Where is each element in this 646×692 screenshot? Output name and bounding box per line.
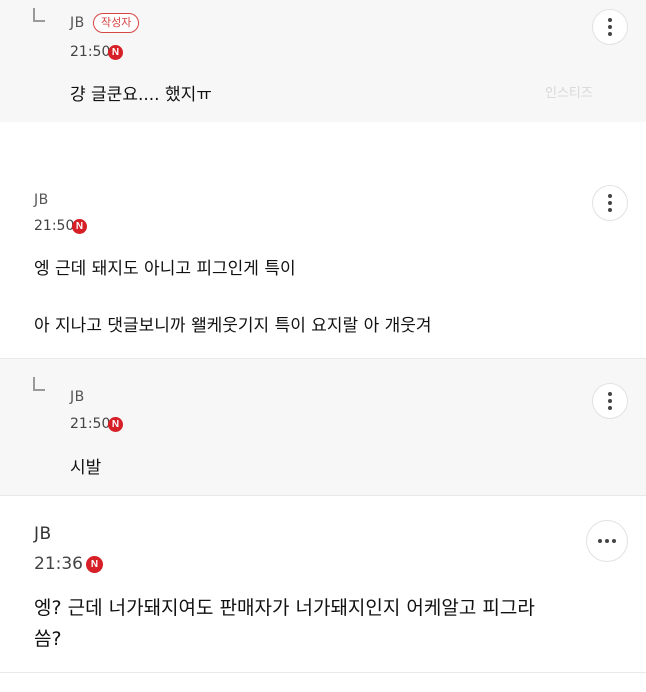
- more-options-button[interactable]: [586, 520, 628, 562]
- author-badge: 작성자: [93, 13, 140, 33]
- new-badge: N: [72, 219, 87, 234]
- comment-time: 21:50: [34, 218, 75, 234]
- comment-text: 아 지나고 댓글보니까 왤케웃기지 특이 요지랄 아 개웃겨: [34, 316, 432, 336]
- watermark: 인스티즈: [545, 86, 593, 101]
- comment-text: 씀?: [34, 628, 62, 650]
- comment-author[interactable]: JB: [70, 389, 85, 405]
- comment-time: 21:36: [34, 554, 83, 574]
- new-badge: N: [108, 417, 123, 432]
- comment-reply-3: JB 21:50 N 시발: [0, 359, 646, 495]
- comment-author[interactable]: JB: [34, 192, 49, 208]
- comment-text: 시발: [70, 458, 102, 478]
- comment-4: JB 21:36 N 엥? 근데 너가돼지여도 판매자가 너가돼지인지 어케알고…: [0, 496, 646, 672]
- comment-reply-1: JB 작성자 21:50 N 걍 글쿤요.... 했지ㅠ 인스티즈: [0, 0, 646, 122]
- more-vertical-icon: [608, 392, 612, 410]
- more-vertical-icon: [608, 18, 612, 36]
- comment-text: 엥 근데 돼지도 아니고 피그인게 특이: [34, 259, 296, 279]
- more-options-button[interactable]: [592, 185, 628, 221]
- more-options-button[interactable]: [592, 383, 628, 419]
- reply-arrow-icon: [33, 8, 45, 22]
- comment-text: 걍 글쿤요.... 했지ㅠ: [70, 85, 212, 105]
- more-vertical-icon: [608, 194, 612, 212]
- comment-author[interactable]: JB: [70, 15, 85, 31]
- comment-text: 엥? 근데 너가돼지여도 판매자가 너가돼지인지 어케알고 피그라: [34, 597, 535, 619]
- divider: [0, 672, 646, 673]
- comment-author[interactable]: JB: [34, 524, 52, 544]
- comment-time: 21:50: [70, 44, 111, 60]
- comment-2: JB 21:50 N 엥 근데 돼지도 아니고 피그인게 특이 아 지나고 댓글…: [0, 172, 646, 358]
- new-badge: N: [108, 45, 123, 60]
- reply-arrow-icon: [33, 377, 45, 391]
- comment-time: 21:50: [70, 416, 111, 432]
- more-options-button[interactable]: [592, 9, 628, 45]
- new-badge: N: [86, 556, 103, 573]
- more-horizontal-icon: [598, 539, 616, 543]
